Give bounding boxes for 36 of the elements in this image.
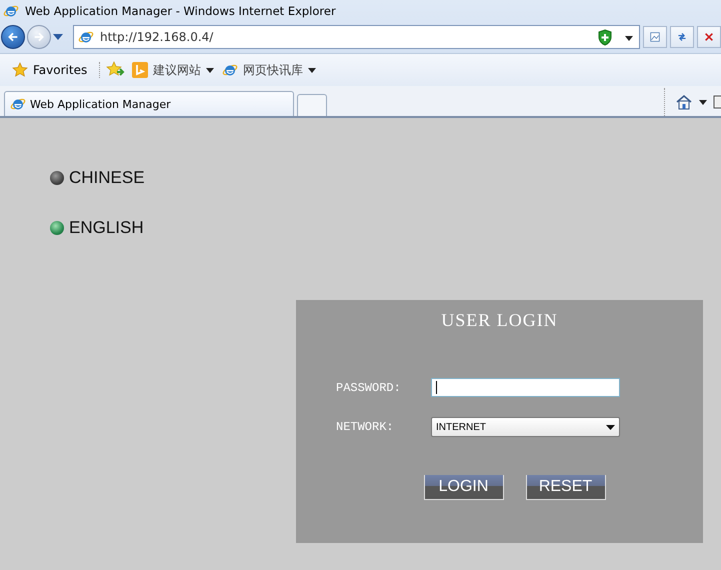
browser-tab[interactable]: Web Application Manager bbox=[4, 91, 294, 116]
history-dropdown-icon[interactable] bbox=[53, 34, 63, 40]
caret-icon bbox=[625, 36, 633, 41]
caret-icon bbox=[606, 424, 615, 430]
ie-logo-icon bbox=[10, 96, 26, 112]
favorites-bar-item[interactable]: Favorites bbox=[0, 62, 100, 78]
password-field[interactable] bbox=[431, 378, 620, 397]
favorites-bar-item[interactable]: 建议网站 bbox=[128, 62, 218, 78]
home-icon[interactable] bbox=[675, 94, 693, 110]
form-button[interactable]: LOGIN bbox=[424, 475, 504, 500]
bing-icon bbox=[132, 62, 148, 78]
language-link[interactable]: ENGLISH bbox=[69, 218, 144, 238]
compatibility-view-button[interactable] bbox=[643, 26, 667, 48]
chart-page-icon bbox=[650, 30, 660, 44]
refresh-icon bbox=[677, 30, 687, 44]
favorites-bar-item[interactable]: 网页快讯库 bbox=[218, 62, 320, 78]
login-title: USER LOGIN bbox=[441, 310, 558, 331]
language-link[interactable]: CHINESE bbox=[69, 168, 145, 188]
arrow-left-icon bbox=[8, 31, 18, 43]
field-label: PASSWORD: bbox=[336, 380, 402, 394]
form-button[interactable]: RESET bbox=[526, 475, 606, 500]
refresh-button[interactable] bbox=[670, 26, 694, 48]
address-field[interactable]: http://192.168.0.4/ bbox=[73, 25, 640, 49]
network-dropdown[interactable]: INTERNET bbox=[431, 417, 620, 437]
ie-page-icon bbox=[222, 62, 238, 78]
caret-icon bbox=[699, 100, 707, 104]
shield-icon[interactable] bbox=[597, 28, 613, 46]
window-title: Web Application Manager - Windows Internet Explorer bbox=[25, 4, 336, 18]
star-icon bbox=[12, 62, 28, 78]
ie-page-icon bbox=[78, 29, 94, 45]
close-icon bbox=[704, 31, 714, 43]
stop-button[interactable] bbox=[697, 26, 721, 48]
back-button[interactable] bbox=[1, 25, 25, 49]
field-label: NETWORK: bbox=[336, 420, 395, 434]
feed-icon[interactable] bbox=[713, 94, 721, 110]
arrow-right-icon bbox=[34, 31, 44, 43]
